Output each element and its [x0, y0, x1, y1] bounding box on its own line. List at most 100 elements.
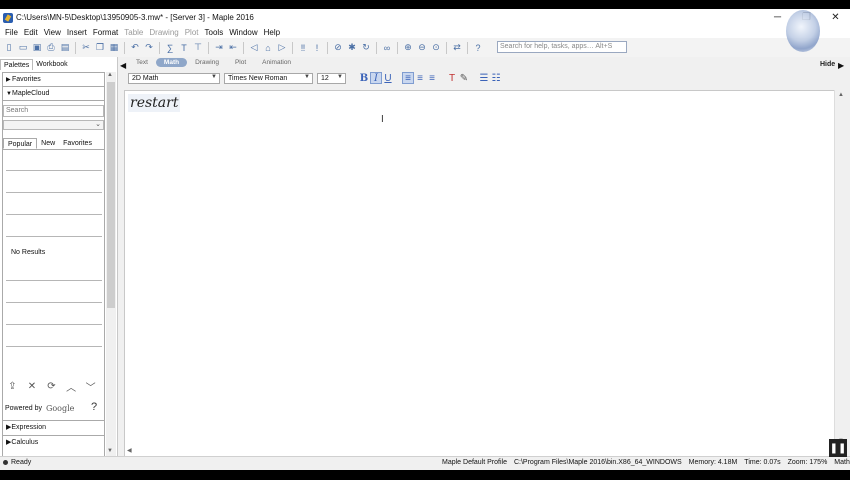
undo-icon[interactable]: ↶ — [129, 42, 141, 54]
toggle-view-icon[interactable]: ⇄ — [451, 42, 463, 54]
refresh-icon[interactable]: ⟳ — [45, 379, 58, 393]
math-input-restart[interactable]: restart — [128, 94, 181, 112]
mode-math[interactable]: Math — [155, 58, 188, 67]
align-center-icon[interactable]: ≡ — [414, 72, 426, 84]
menu-tools[interactable]: Tools — [202, 28, 227, 37]
restart-icon[interactable]: ↻ — [360, 42, 372, 54]
chevron-up-icon[interactable]: ︿ — [65, 379, 78, 394]
calculus-section-header[interactable]: ▶Calculus — [3, 435, 104, 449]
execute-all-icon[interactable]: ‼ — [297, 42, 309, 54]
tab-workbook[interactable]: Workbook — [33, 59, 70, 70]
tab-new[interactable]: New — [37, 138, 59, 149]
bold-button[interactable]: B — [358, 72, 370, 84]
scroll-thumb[interactable] — [107, 82, 115, 308]
list-divider — [6, 346, 102, 347]
debug-icon[interactable]: ✱ — [346, 42, 358, 54]
menu-format[interactable]: Format — [90, 28, 121, 37]
help-icon[interactable]: ? — [472, 42, 484, 54]
print-icon[interactable]: ⎙ — [45, 42, 57, 54]
cut-icon[interactable]: ✂ — [80, 42, 92, 54]
new-document-icon[interactable]: ▯ — [3, 42, 15, 54]
paste-icon[interactable]: ▦ — [108, 42, 120, 54]
link-icon[interactable]: ∞ — [381, 42, 393, 54]
numbered-list-icon[interactable]: ☷ — [490, 72, 502, 84]
pause-icon[interactable]: ❚❚ — [829, 439, 847, 457]
execute-icon[interactable]: ! — [311, 42, 323, 54]
insert-math-icon[interactable]: ∑ — [164, 42, 176, 54]
favorites-section-header[interactable]: ▶Favorites — [3, 73, 104, 87]
mode-plot[interactable]: Plot — [227, 58, 254, 67]
toolbar-separator — [292, 41, 293, 54]
menu-view[interactable]: View — [41, 28, 64, 37]
highlight-icon[interactable]: ✎ — [458, 72, 470, 84]
menu-insert[interactable]: Insert — [64, 28, 90, 37]
maplecloud-search-input[interactable]: Search — [3, 105, 104, 117]
scroll-up-icon[interactable]: ▲ — [838, 92, 844, 98]
scroll-up-icon[interactable]: ▲ — [107, 72, 113, 78]
bullet-list-icon[interactable]: ☰ — [478, 72, 490, 84]
menu-window[interactable]: Window — [226, 28, 260, 37]
forward-icon[interactable]: ▷ — [276, 42, 288, 54]
italic-button[interactable]: I — [370, 72, 382, 84]
align-right-icon[interactable]: ≡ — [426, 72, 438, 84]
help-search-input[interactable]: Search for help, tasks, apps… Alt+S — [497, 41, 627, 53]
save-icon[interactable]: ▣ — [31, 42, 43, 54]
copy-icon[interactable]: ❐ — [94, 42, 106, 54]
tab-palettes[interactable]: Palettes — [0, 59, 34, 70]
mode-drawing[interactable]: Drawing — [187, 58, 227, 67]
underline-button[interactable]: U — [382, 72, 394, 84]
menu-table[interactable]: Table — [121, 28, 146, 37]
menu-edit[interactable]: Edit — [21, 28, 41, 37]
execution-group-icon[interactable]: ⊤ — [192, 42, 204, 54]
maplecloud-section-header[interactable]: ▼MapleCloud — [3, 87, 104, 101]
maplecloud-group-select[interactable]: ⌄ — [3, 120, 104, 130]
zoom-out-icon[interactable]: ⊙ — [430, 42, 442, 54]
back-icon[interactable]: ◁ — [248, 42, 260, 54]
worksheet-document[interactable]: restart I — [124, 90, 834, 461]
input-mode-select[interactable]: 2D Math ▼ — [128, 72, 220, 84]
tab-popular[interactable]: Popular — [3, 138, 38, 149]
tab-favorites[interactable]: Favorites — [59, 138, 96, 149]
close-button[interactable]: ✕ — [821, 9, 850, 26]
palette-sections: ▶Favorites ▼MapleCloud Search ⌄ Popular … — [2, 72, 105, 457]
home-icon[interactable]: ⌂ — [262, 42, 274, 54]
zoom-reset-icon[interactable]: ⊖ — [416, 42, 428, 54]
menu-drawing[interactable]: Drawing — [146, 28, 181, 37]
indent-icon[interactable]: ⇥ — [213, 42, 225, 54]
toolbar-separator — [327, 41, 328, 54]
font-size-select[interactable]: 12 ▼ — [317, 72, 346, 84]
font-select[interactable]: Times New Roman ▼ — [224, 72, 313, 84]
powered-by-google: Powered by Google — [5, 404, 74, 413]
expression-section-header[interactable]: ▶Expression — [3, 420, 104, 434]
collapse-left-icon[interactable]: ◀ — [120, 61, 126, 70]
stop-icon[interactable]: ⊘ — [332, 42, 344, 54]
menu-file[interactable]: File — [2, 28, 21, 37]
document-scrollbar[interactable]: ▲ ▼ — [834, 90, 846, 461]
chevron-down-icon[interactable]: ﹀ — [84, 379, 97, 394]
redo-icon[interactable]: ↷ — [143, 42, 155, 54]
mode-bar: Text Math Drawing Plot Animation — [128, 57, 834, 68]
scroll-left-icon[interactable]: ◀ — [127, 447, 132, 454]
menu-bar: File Edit View Insert Format Table Drawi… — [0, 26, 850, 38]
collapse-right-icon[interactable]: ▶ — [838, 61, 844, 70]
mode-animation[interactable]: Animation — [254, 58, 299, 67]
help-button[interactable]: ? — [91, 401, 97, 413]
align-left-icon[interactable]: ≡ — [402, 72, 414, 84]
text-cursor-icon: I — [381, 114, 384, 125]
insert-text-icon[interactable]: T — [178, 42, 190, 54]
print-preview-icon[interactable]: ▤ — [59, 42, 71, 54]
open-icon[interactable]: ▭ — [17, 42, 29, 54]
outdent-icon[interactable]: ⇤ — [227, 42, 239, 54]
scroll-down-icon[interactable]: ▼ — [107, 448, 113, 454]
palette-scrollbar[interactable]: ▲ ▼ — [106, 72, 116, 458]
text-color-icon[interactable]: T — [446, 72, 458, 84]
toolbar-separator — [159, 41, 160, 54]
no-results-text: No Results — [11, 249, 46, 256]
mode-text[interactable]: Text — [128, 58, 156, 67]
upload-icon[interactable]: ⇪ — [6, 379, 19, 393]
zoom-in-icon[interactable]: ⊕ — [402, 42, 414, 54]
menu-plot[interactable]: Plot — [182, 28, 202, 37]
menu-help[interactable]: Help — [261, 28, 283, 37]
tools-icon[interactable]: ✕ — [26, 379, 39, 393]
toolbar-separator — [243, 41, 244, 54]
